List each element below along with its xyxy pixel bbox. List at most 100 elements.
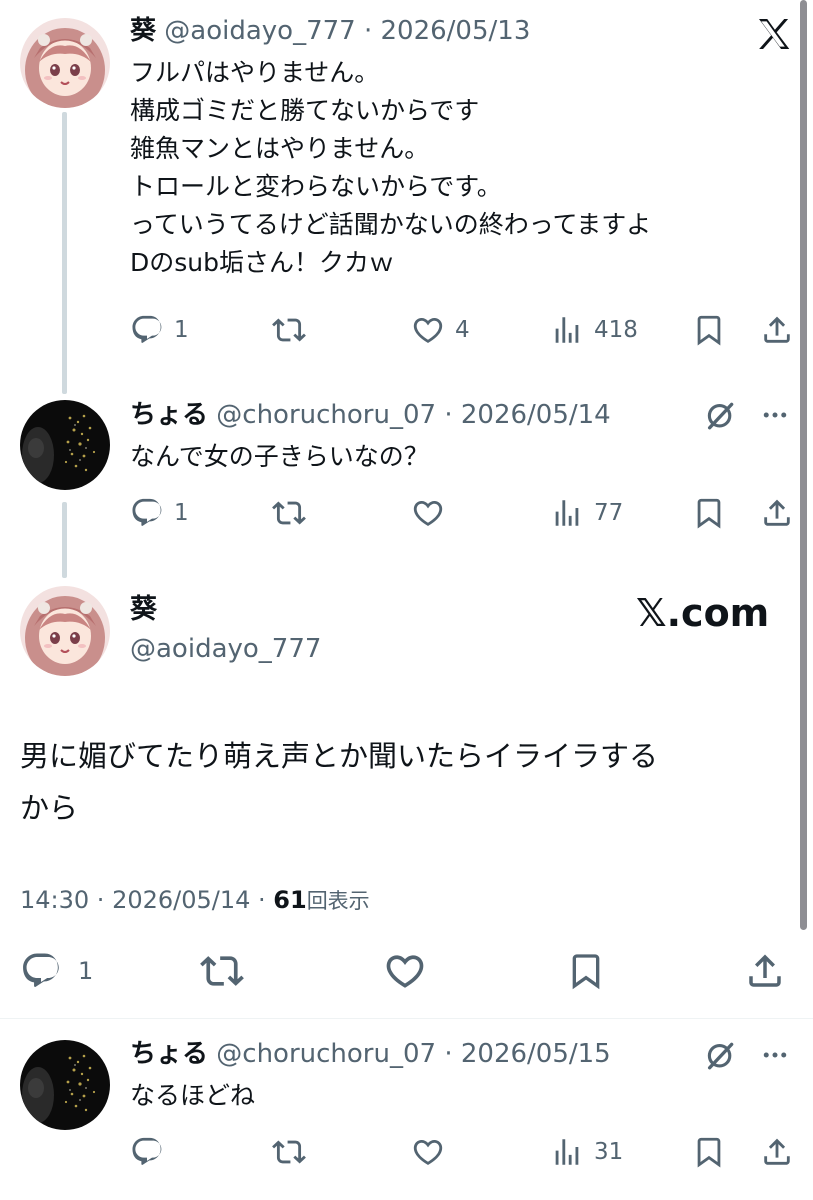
bookmark-button[interactable] (692, 1132, 726, 1172)
text-line: 構成ゴミだと勝てないからです (130, 96, 480, 125)
like-icon (383, 949, 427, 993)
reply-icon (130, 496, 164, 530)
more-icon[interactable] (760, 1040, 790, 1070)
share-icon (744, 950, 786, 992)
bookmark-icon (566, 951, 606, 991)
retweet-button[interactable] (272, 310, 306, 350)
scrollbar[interactable] (800, 0, 807, 930)
views-icon (550, 313, 584, 347)
avatar[interactable] (20, 1040, 110, 1130)
tweet-text: フルパはやりません。 構成ゴミだと勝てないからです 雑魚マンとはやりません。 ト… (130, 54, 651, 282)
share-icon (760, 313, 794, 347)
tweet-header: ちょる @choruchoru_07 · 2026/05/14 (130, 398, 611, 432)
display-name[interactable]: 葵 (130, 593, 157, 627)
reply-count: 1 (174, 500, 189, 526)
views-count: 77 (594, 500, 624, 526)
post-time[interactable]: 14:30 (20, 886, 89, 914)
views-icon (550, 1135, 584, 1169)
retweet-button[interactable] (272, 493, 306, 533)
text-line: っていうてるけど話聞かないの終わってますよ (130, 210, 652, 239)
post-meta: 14:30 · 2026/05/14 · 61回表示 (20, 883, 370, 918)
post-date[interactable]: 2026/05/13 (381, 16, 531, 46)
post-date[interactable]: 2026/05/14 (112, 886, 250, 914)
tweet-text: なるほどね (130, 1081, 256, 1110)
like-button[interactable] (411, 1132, 445, 1172)
bookmark-icon (692, 496, 726, 530)
retweet-button[interactable] (200, 948, 244, 994)
like-button[interactable] (383, 948, 427, 994)
separator: · (355, 16, 381, 46)
reply-icon (130, 313, 164, 347)
text-line: トロールと変わらないからです。 (130, 172, 502, 201)
text-line: 男に媚びてたり萌え声とか聞いたらイライラする (20, 739, 659, 773)
handle[interactable]: @choruchoru_07 (216, 400, 436, 430)
tweet-text: 男に媚びてたり萌え声とか聞いたらイライラする から (20, 730, 658, 834)
bookmark-icon (692, 313, 726, 347)
like-icon (411, 496, 445, 530)
post-date[interactable]: 2026/05/15 (461, 1039, 611, 1069)
x-logo-icon (756, 16, 792, 52)
grok-icon[interactable] (704, 398, 738, 432)
share-icon (760, 1135, 794, 1169)
share-button[interactable] (760, 493, 794, 533)
like-icon (411, 1135, 445, 1169)
like-button[interactable] (411, 493, 445, 533)
action-bar: 31 (0, 1132, 813, 1172)
thread-line (62, 112, 67, 394)
action-bar: 1 4 418 (0, 310, 813, 350)
bookmark-button[interactable] (692, 310, 726, 350)
handle[interactable]: @choruchoru_07 (216, 1039, 436, 1069)
display-name[interactable]: ちょる (130, 1039, 208, 1069)
tweet-header: ちょる @choruchoru_07 · 2026/05/15 (130, 1037, 611, 1071)
share-button[interactable] (760, 1132, 794, 1172)
reply-button[interactable]: 1 (130, 310, 189, 350)
divider (0, 1018, 813, 1019)
grok-icon[interactable] (704, 1038, 738, 1072)
retweet-icon (272, 496, 306, 530)
reply-button[interactable] (130, 1132, 164, 1172)
like-button[interactable]: 4 (411, 310, 470, 350)
separator: · (436, 1039, 461, 1069)
text-line: 雑魚マンとはやりません。 (130, 134, 430, 163)
text-line: Dのsub垢さん！クカｗ (130, 248, 394, 277)
post-date[interactable]: 2026/05/14 (461, 400, 611, 430)
action-bar: 1 (0, 948, 813, 994)
bookmark-button[interactable] (692, 493, 726, 533)
bookmark-icon (692, 1135, 726, 1169)
display-name[interactable]: 葵 (130, 16, 156, 46)
handle[interactable]: @aoidayo_777 (164, 16, 355, 46)
bookmark-button[interactable] (566, 948, 606, 994)
views-count: 61 (273, 886, 307, 914)
avatar[interactable] (20, 400, 110, 490)
reply-button[interactable]: 1 (130, 493, 189, 533)
text-line: フルパはやりません。 (130, 58, 380, 87)
reply-button[interactable]: 1 (20, 948, 93, 994)
x-com-brand: 𝕏.com (636, 591, 770, 635)
tweet-header: 葵 @aoidayo_777 · 2026/05/13 (130, 14, 530, 48)
views-button[interactable]: 418 (550, 310, 638, 350)
views-button[interactable]: 31 (550, 1132, 623, 1172)
share-button[interactable] (760, 310, 794, 350)
separator: · (436, 400, 461, 430)
like-count: 4 (455, 317, 470, 343)
more-icon[interactable] (760, 400, 790, 430)
retweet-button[interactable] (272, 1132, 306, 1172)
reply-icon (130, 1135, 164, 1169)
tweet-text: なんで女の子きらいなの？ (130, 442, 429, 471)
retweet-icon (272, 1135, 306, 1169)
views-count: 418 (594, 317, 638, 343)
reply-count: 1 (174, 317, 189, 343)
reply-count: 1 (78, 957, 94, 985)
share-button[interactable] (744, 948, 786, 994)
share-icon (760, 496, 794, 530)
display-name[interactable]: ちょる (130, 400, 208, 430)
like-icon (411, 313, 445, 347)
handle[interactable]: @aoidayo_777 (130, 632, 321, 666)
separator: · (89, 886, 113, 914)
retweet-icon (200, 949, 244, 993)
avatar[interactable] (20, 586, 110, 676)
reply-icon (20, 950, 62, 992)
separator: · (250, 886, 274, 914)
views-button[interactable]: 77 (550, 493, 623, 533)
avatar[interactable] (20, 18, 110, 108)
